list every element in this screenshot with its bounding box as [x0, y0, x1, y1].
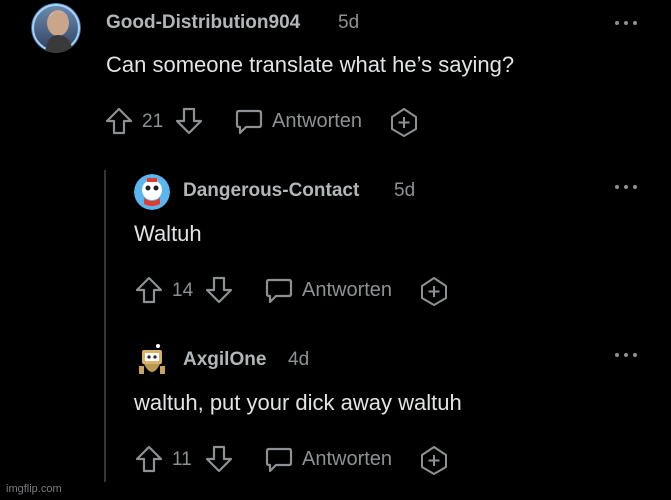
vote-count: 11 — [172, 449, 192, 470]
comment-text: Waltuh — [134, 221, 202, 246]
downvote-icon[interactable] — [174, 106, 204, 136]
timestamp: 4d — [288, 349, 310, 370]
award-icon[interactable] — [388, 106, 420, 138]
reply-button[interactable]: Antworten — [302, 448, 392, 471]
upvote-icon[interactable] — [134, 444, 164, 474]
upvote-icon[interactable] — [134, 275, 164, 305]
more-options-icon[interactable] — [614, 182, 640, 192]
user-avatar-icon[interactable] — [134, 342, 170, 380]
reply-button[interactable]: Antworten — [302, 279, 392, 302]
username[interactable]: Dangerous-Contact — [183, 180, 359, 202]
comment-text: waltuh, put your dick away waltuh — [134, 390, 462, 415]
username[interactable]: AxgilOne — [183, 349, 266, 371]
more-options-icon[interactable] — [614, 18, 640, 28]
reply-icon[interactable] — [264, 446, 294, 474]
reply-icon[interactable] — [264, 277, 294, 305]
timestamp: 5d — [338, 12, 360, 33]
thread-line — [104, 170, 106, 482]
user-avatar-icon[interactable] — [134, 174, 170, 210]
vote-count: 14 — [172, 280, 194, 301]
award-icon[interactable] — [418, 444, 450, 476]
reply-icon[interactable] — [234, 108, 264, 136]
upvote-icon[interactable] — [104, 106, 134, 136]
award-icon[interactable] — [418, 275, 450, 307]
timestamp: 5d — [394, 180, 416, 201]
comment-text: Can someone translate what he’s saying? — [106, 52, 515, 77]
reply-button[interactable]: Antworten — [272, 110, 362, 133]
downvote-icon[interactable] — [204, 275, 234, 305]
more-options-icon[interactable] — [614, 350, 640, 360]
watermark: imgflip.com — [6, 483, 62, 495]
username[interactable]: Good-Distribution904 — [106, 12, 300, 34]
user-avatar-icon[interactable] — [31, 3, 81, 53]
downvote-icon[interactable] — [204, 444, 234, 474]
vote-count: 21 — [142, 111, 164, 132]
